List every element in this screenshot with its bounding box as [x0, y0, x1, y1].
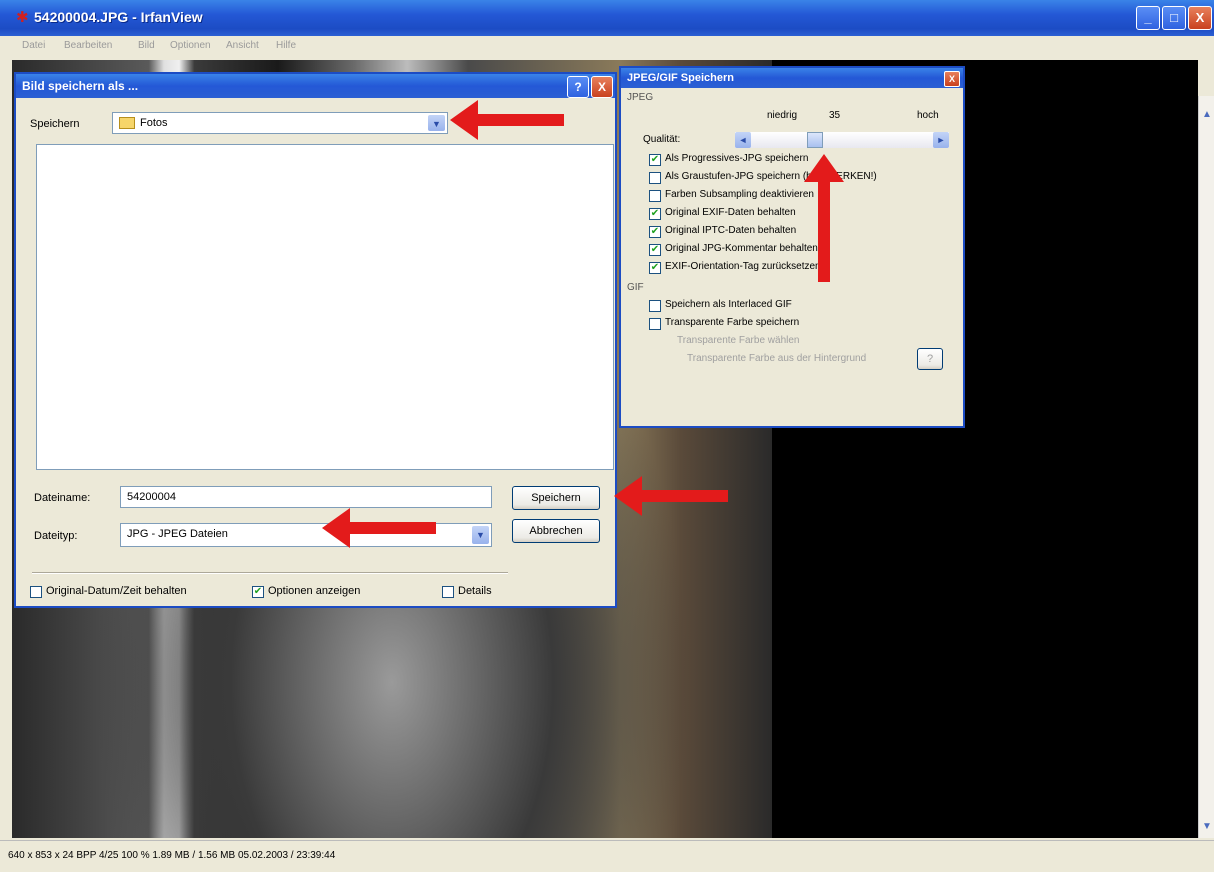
transparent-label: Transparente Farbe speichern: [665, 317, 800, 328]
exif-checkbox[interactable]: ✔: [649, 208, 661, 220]
jpeg-options-dialog: JPEG/GIF Speichern X JPEG niedrig 35 hoc…: [619, 66, 965, 428]
arrow-to-save-button: [614, 476, 728, 516]
transparent-checkbox[interactable]: [649, 318, 661, 330]
quality-slider[interactable]: ◄ ►: [735, 132, 949, 148]
iptc-label: Original IPTC-Daten behalten: [665, 225, 797, 236]
grayscale-label: Als Graustufen-JPG speichern (bitte MERK…: [665, 171, 877, 182]
slider-thumb[interactable]: [807, 132, 823, 148]
save-in-label: Speichern: [30, 118, 80, 130]
minimize-button[interactable]: _: [1136, 6, 1160, 30]
transparent-help-button: ?: [917, 348, 943, 370]
folder-name: Fotos: [140, 117, 168, 129]
jpeg-dialog-titlebar: JPEG/GIF Speichern X: [621, 68, 963, 88]
filetype-dropdown[interactable]: JPG - JPEG Dateien ▼: [120, 523, 492, 547]
window-title: 54200004.JPG - IrfanView: [34, 9, 203, 25]
arrow-to-folder-dropdown: [450, 100, 564, 140]
keep-date-label: Original-Datum/Zeit behalten: [46, 585, 187, 597]
subsampling-label: Farben Subsampling deaktivieren: [665, 189, 814, 200]
irfanview-app-icon: ✱: [16, 9, 29, 26]
iptc-checkbox[interactable]: ✔: [649, 226, 661, 238]
menu-ansicht[interactable]: Ansicht: [226, 40, 259, 51]
scroll-up-icon[interactable]: ▲: [1200, 108, 1214, 122]
save-dialog: Bild speichern als ... ? X Speichern Fot…: [14, 72, 617, 608]
transparent-background-label: Transparente Farbe aus der Hintergrund: [687, 353, 867, 364]
details-checkbox[interactable]: [442, 586, 454, 598]
show-options-checkbox[interactable]: ✔: [252, 586, 264, 598]
menubar: Datei Bearbeiten Bild Optionen Ansicht H…: [0, 36, 1214, 56]
status-text: 640 x 853 x 24 BPP 4/25 100 % 1.89 MB / …: [8, 850, 336, 861]
quality-low-label: niedrig: [767, 110, 798, 121]
interlaced-checkbox[interactable]: [649, 300, 661, 312]
filename-field[interactable]: 54200004: [120, 486, 492, 508]
cancel-button[interactable]: Abbrechen: [512, 519, 600, 543]
jpeg-dialog-close-button[interactable]: X: [944, 71, 960, 87]
statusbar: 640 x 853 x 24 BPP 4/25 100 % 1.89 MB / …: [0, 840, 1214, 872]
filename-label: Dateiname:: [34, 492, 91, 504]
arrow-to-progressive: [804, 154, 844, 282]
orientation-label: EXIF-Orientation-Tag zurücksetzen: [665, 261, 821, 272]
vertical-scrollbar[interactable]: ▲ ▼: [1198, 96, 1214, 838]
comment-label: Original JPG-Kommentar behalten: [665, 243, 818, 254]
details-label: Details: [458, 585, 492, 597]
menu-bearbeiten[interactable]: Bearbeiten: [64, 40, 112, 51]
show-options-label: Optionen anzeigen: [268, 585, 361, 597]
quality-value: 35: [829, 110, 841, 121]
save-dialog-title: Bild speichern als ...: [22, 79, 139, 93]
menu-datei[interactable]: Datei: [22, 40, 45, 51]
filetype-value: JPG - JPEG Dateien: [127, 528, 228, 540]
menu-bild[interactable]: Bild: [138, 40, 155, 51]
slider-left-icon[interactable]: ◄: [735, 132, 751, 148]
orientation-checkbox[interactable]: ✔: [649, 262, 661, 274]
main-titlebar: ✱ 54200004.JPG - IrfanView _ □ X: [0, 0, 1214, 36]
save-button[interactable]: Speichern: [512, 486, 600, 510]
save-dialog-titlebar: Bild speichern als ... ? X: [16, 74, 615, 98]
keep-date-checkbox[interactable]: [30, 586, 42, 598]
chevron-down-icon[interactable]: ▼: [472, 526, 489, 544]
gif-group-label: GIF: [627, 282, 644, 293]
save-in-dropdown[interactable]: Fotos ▼: [112, 112, 448, 134]
maximize-button[interactable]: □: [1162, 6, 1186, 30]
filename-value: 54200004: [127, 491, 176, 503]
exif-label: Original EXIF-Daten behalten: [665, 207, 796, 218]
progressive-label: Als Progressives-JPG speichern: [665, 153, 809, 164]
separator: [32, 572, 508, 574]
arrow-to-filetype: [322, 508, 436, 548]
quality-label: Qualität:: [643, 134, 681, 145]
comment-checkbox[interactable]: ✔: [649, 244, 661, 256]
menu-optionen[interactable]: Optionen: [170, 40, 211, 51]
scroll-down-icon[interactable]: ▼: [1200, 820, 1214, 834]
slider-right-icon[interactable]: ►: [933, 132, 949, 148]
chevron-down-icon[interactable]: ▼: [428, 115, 445, 131]
progressive-checkbox[interactable]: ✔: [649, 154, 661, 166]
transparent-choose-option: Transparente Farbe wählen: [677, 335, 800, 346]
close-button[interactable]: X: [1188, 6, 1212, 30]
quality-high-label: hoch: [917, 110, 939, 121]
save-dialog-close-button[interactable]: X: [591, 76, 613, 98]
interlaced-label: Speichern als Interlaced GIF: [665, 299, 792, 310]
file-list[interactable]: [36, 144, 614, 470]
help-button[interactable]: ?: [567, 76, 589, 98]
filetype-label: Dateityp:: [34, 530, 78, 542]
jpeg-dialog-title: JPEG/GIF Speichern: [627, 72, 734, 84]
menu-hilfe[interactable]: Hilfe: [276, 40, 296, 51]
folder-icon: [119, 117, 135, 130]
jpeg-group-label: JPEG: [627, 92, 654, 103]
subsampling-checkbox[interactable]: [649, 190, 661, 202]
grayscale-checkbox[interactable]: [649, 172, 661, 184]
